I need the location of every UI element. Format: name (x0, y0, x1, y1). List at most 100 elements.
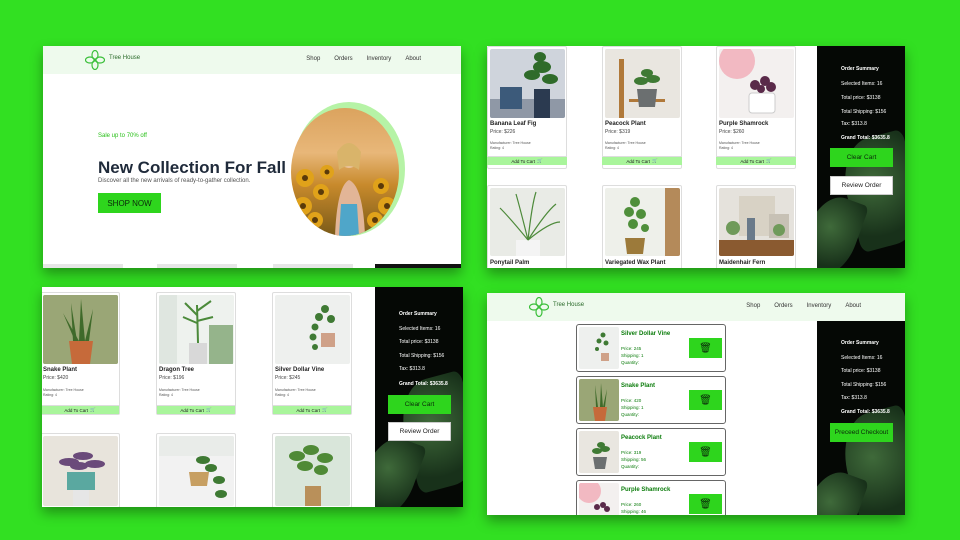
product-card (42, 433, 120, 507)
summary-title: Order Summary (399, 311, 437, 317)
add-to-cart-button[interactable]: Add To Cart 🛒 (602, 156, 682, 165)
order-summary: Order Summary Selected Items: 16 Total p… (817, 321, 905, 515)
cart-item-name: Silver Dollar Vine (621, 331, 671, 337)
cart-item-price: Price: 260 (621, 502, 642, 507)
shop-page-panel-2: Snake Plant Price: $420 Manufacturer: Tr… (42, 287, 463, 507)
shop-now-button[interactable]: SHOP NOW (98, 193, 161, 213)
nav-links: Shop Orders Inventory About (746, 303, 861, 309)
cart-icon: 🛒 (322, 407, 328, 412)
add-to-cart-label: Add To Cart (64, 407, 89, 413)
product-rating: Rating: 4 (490, 146, 505, 150)
clear-cart-button[interactable]: Clear Cart (388, 395, 451, 414)
nav-inventory[interactable]: Inventory (367, 56, 392, 62)
card-peek (273, 264, 353, 268)
nav-shop[interactable]: Shop (306, 56, 320, 62)
product-rating: Rating: 4 (605, 146, 620, 150)
product-rating: Rating: 4 (43, 393, 58, 397)
product-card: Dragon Tree Price: $196 Manufacturer: Tr… (156, 292, 236, 415)
nav-inventory[interactable]: Inventory (807, 303, 832, 309)
summary-peek (375, 264, 461, 268)
cart-item-name: Peacock Plant (621, 435, 662, 441)
product-price: Price: $319 (605, 129, 631, 135)
product-price: Price: $196 (159, 375, 185, 381)
logo-icon[interactable] (85, 50, 105, 70)
cart-icon: 🛒 (537, 158, 543, 163)
product-name: Snake Plant (43, 367, 78, 373)
product-image (605, 49, 680, 118)
order-summary: Order Summary Selected Items: 16 Total p… (375, 287, 463, 507)
summary-items: Selected Items: 16 (841, 81, 883, 87)
brand-name[interactable]: Tree House (553, 302, 584, 308)
summary-shipping: Total Shipping: $156 (399, 353, 445, 359)
add-to-cart-button[interactable]: Add To Cart 🛒 (716, 156, 796, 165)
cart-item-shipping: Shipping: 1 (621, 353, 644, 358)
summary-items: Selected Items: 16 (399, 326, 441, 332)
review-order-button[interactable]: Review Order (388, 422, 451, 441)
product-card: Peacock Plant Price: $319 Manufacturer: … (602, 46, 682, 169)
home-page-panel: Tree House Shop Orders Inventory About S… (43, 46, 461, 268)
delete-button[interactable]: 🗑 (689, 494, 722, 514)
summary-price: Total price: $3138 (399, 339, 439, 345)
summary-items: Selected Items: 16 (841, 355, 883, 361)
product-price: Price: $260 (719, 129, 745, 135)
cart-item: Peacock Plant Price: 319 Shipping: 56 Qu… (576, 428, 726, 476)
summary-title: Order Summary (841, 340, 879, 346)
proceed-checkout-button[interactable]: Preceed Checkout (830, 423, 893, 442)
product-rating: Rating: 4 (275, 393, 290, 397)
product-image (275, 295, 350, 364)
add-to-cart-button[interactable]: Add To Cart 🛒 (487, 156, 567, 165)
hero-photo (291, 108, 399, 236)
add-to-cart-button[interactable]: Add To Cart 🛒 (273, 405, 351, 414)
product-card: Silver Dollar Vine Price: $245 Manufactu… (272, 292, 352, 415)
summary-grand-total: Grand Total: $3635.8 (841, 135, 890, 141)
summary-title: Order Summary (841, 66, 879, 72)
nav-about[interactable]: About (405, 56, 421, 62)
summary-shipping: Total Shipping: $156 (841, 382, 887, 388)
cart-item-price: Price: 245 (621, 346, 642, 351)
clear-cart-button[interactable]: Clear Cart (830, 148, 893, 167)
cart-item-quantity: Quantity: (621, 360, 640, 365)
nav-orders[interactable]: Orders (774, 303, 792, 309)
cart-item-quantity: Quantity: (621, 464, 640, 469)
summary-shipping: Total Shipping: $156 (841, 109, 887, 115)
add-to-cart-button[interactable]: Add To Cart 🛒 (42, 405, 119, 414)
cart-icon: 🛒 (652, 158, 658, 163)
summary-grand-total: Grand Total: $3635.8 (399, 381, 448, 387)
product-name: Ponytail Palm (490, 260, 530, 266)
navbar: Tree House Shop Orders Inventory About (43, 46, 461, 74)
logo-icon[interactable] (529, 297, 549, 317)
summary-price: Total price: $3138 (841, 95, 881, 101)
product-image (490, 188, 565, 256)
review-order-button[interactable]: Review Order (830, 176, 893, 195)
product-manufacturer: Manufacturer: Tree House (490, 141, 531, 145)
trash-icon: 🗑 (699, 498, 712, 510)
hero-subtitle: Discover all the new arrivals of ready-t… (98, 178, 251, 184)
delete-button[interactable]: 🗑 (689, 338, 722, 358)
summary-grand-total: Grand Total: $3635.8 (841, 409, 890, 415)
delete-button[interactable]: 🗑 (689, 442, 722, 462)
brand-name[interactable]: Tree House (109, 55, 140, 61)
trash-icon: 🗑 (699, 446, 712, 458)
product-manufacturer: Manufacturer: Tree House (43, 388, 84, 392)
summary-tax: Tax: $313.8 (399, 366, 425, 372)
nav-orders[interactable]: Orders (334, 56, 352, 62)
delete-button[interactable]: 🗑 (689, 390, 722, 410)
cart-item-shipping: Shipping: 56 (621, 457, 647, 462)
summary-price: Total price: $3138 (841, 368, 881, 374)
product-rating: Rating: 4 (719, 146, 734, 150)
product-price: Price: $245 (275, 375, 301, 381)
nav-shop[interactable]: Shop (746, 303, 760, 309)
cart-item-shipping: Shipping: 1 (621, 405, 644, 410)
cart-item: Snake Plant Price: 420 Shipping: 1 Quant… (576, 376, 726, 424)
nav-links: Shop Orders Inventory About (306, 56, 421, 62)
add-to-cart-button[interactable]: Add To Cart 🛒 (157, 405, 235, 414)
add-to-cart-label: Add To Cart (626, 158, 651, 164)
summary-tax: Tax: $313.8 (841, 395, 867, 401)
add-to-cart-label: Add To Cart (511, 158, 536, 164)
product-image (159, 436, 234, 506)
product-name: Dragon Tree (159, 367, 195, 373)
nav-about[interactable]: About (845, 303, 861, 309)
product-name: Banana Leaf Fig (490, 121, 537, 127)
cart-item-name: Snake Plant (621, 383, 656, 389)
cart-item-price: Price: 420 (621, 398, 642, 403)
